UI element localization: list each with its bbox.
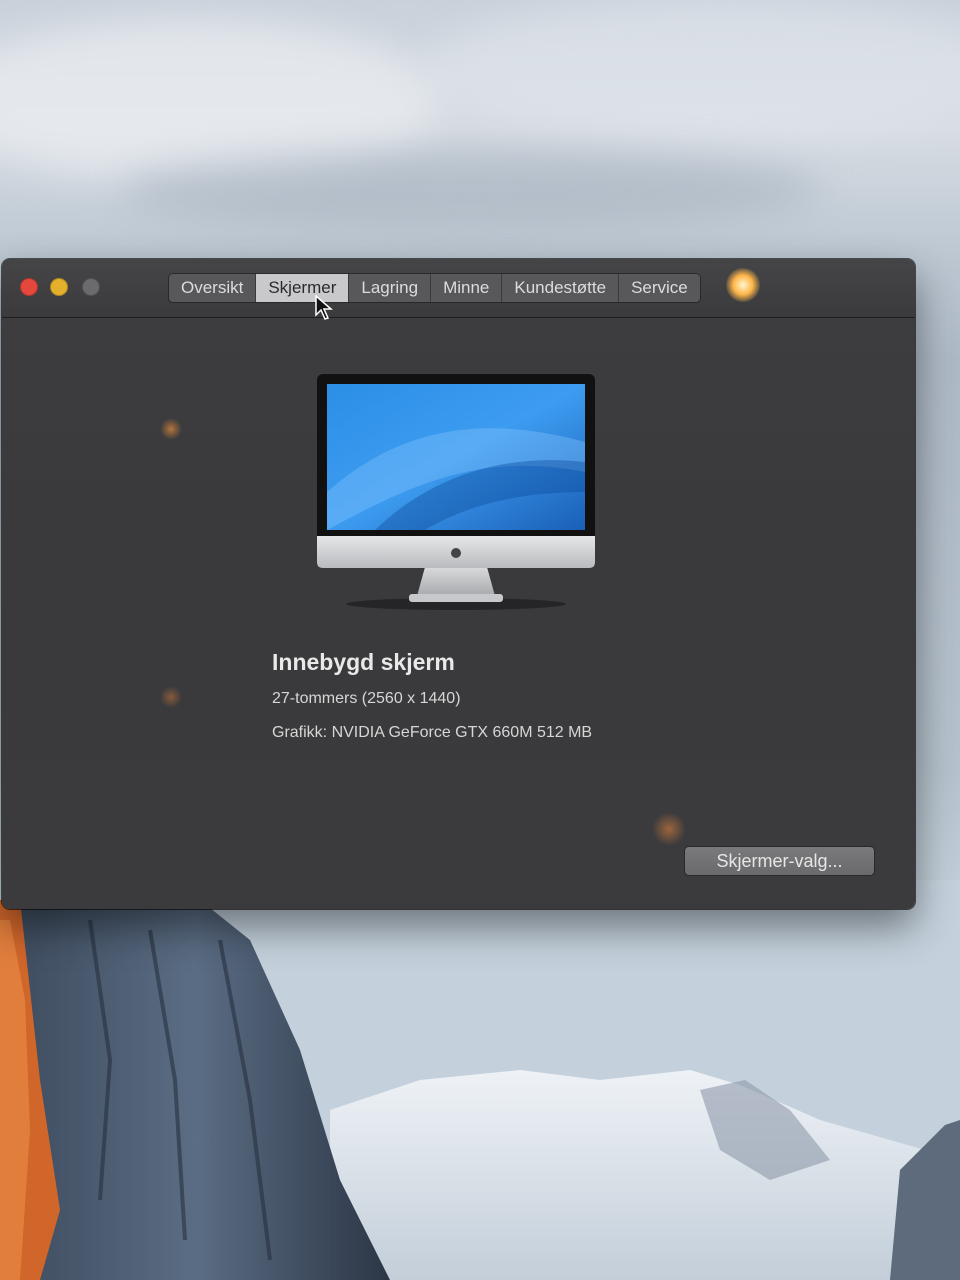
title-bar: Oversikt Skjermer Lagring Minne Kundestø… — [2, 259, 915, 318]
cloud — [120, 150, 820, 230]
close-button[interactable] — [20, 278, 38, 296]
tab-skjermer[interactable]: Skjermer — [256, 274, 350, 302]
cloud — [420, 0, 960, 140]
display-name: Innebygd skjerm — [272, 649, 455, 675]
imac-icon — [317, 374, 595, 610]
tab-lagring[interactable]: Lagring — [349, 274, 432, 302]
wallpaper-mountains — [0, 880, 960, 1280]
about-this-mac-window: Oversikt Skjermer Lagring Minne Kundestø… — [2, 259, 915, 909]
display-preferences-button[interactable]: Skjermer-valg... — [685, 847, 874, 875]
mouse-cursor-icon — [315, 295, 333, 320]
tab-service[interactable]: Service — [619, 274, 700, 302]
display-size-resolution: 27-tommers (2560 x 1440) — [272, 690, 461, 707]
tab-minne[interactable]: Minne — [431, 274, 503, 302]
tab-bar: Oversikt Skjermer Lagring Minne Kundestø… — [169, 274, 700, 302]
desktop: Oversikt Skjermer Lagring Minne Kundestø… — [0, 0, 960, 1280]
graphics-info: Grafikk: NVIDIA GeForce GTX 660M 512 MB — [272, 724, 593, 741]
tab-kundestotte[interactable]: Kundestøtte — [502, 274, 620, 302]
tab-oversikt[interactable]: Oversikt — [169, 274, 257, 302]
minimize-button[interactable] — [50, 278, 68, 296]
zoom-button — [82, 278, 100, 296]
